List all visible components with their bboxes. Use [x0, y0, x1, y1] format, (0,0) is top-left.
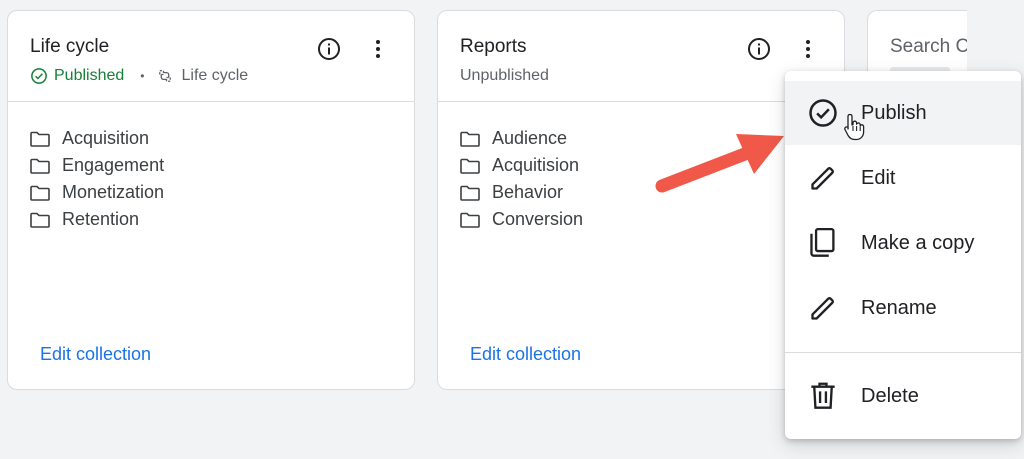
- card-subline: Published • Life cycle: [30, 67, 248, 85]
- folder-icon: [460, 158, 480, 174]
- annotation-arrow-icon: [655, 134, 784, 193]
- card-subline: Unpublished: [460, 67, 549, 85]
- folder-icon: [30, 185, 50, 201]
- status-text: Unpublished: [460, 67, 549, 84]
- menu-item-publish[interactable]: Publish: [785, 81, 1021, 145]
- folder-icon: [30, 131, 50, 147]
- context-menu: Publish Edit Make a copy Rename Delete: [785, 71, 1021, 439]
- folder-item: Monetization: [30, 179, 164, 206]
- more-options-button[interactable]: [794, 35, 822, 63]
- folder-label: Audience: [492, 128, 568, 148]
- folder-label: Acquisition: [62, 128, 150, 148]
- menu-divider: [785, 352, 1021, 353]
- menu-item-label: Edit: [861, 166, 896, 189]
- menu-item-edit[interactable]: Edit: [785, 146, 1021, 210]
- info-button[interactable]: [315, 35, 343, 63]
- card-title: Search C: [890, 36, 967, 57]
- check-circle-icon: [807, 97, 839, 129]
- collection-tag: Life cycle: [181, 67, 249, 84]
- pencil-icon: [807, 292, 839, 324]
- folder-icon: [30, 158, 50, 174]
- folder-item: Retention: [30, 206, 164, 233]
- folder-list: Acquisition Engagement Monetization Rete…: [30, 125, 164, 233]
- folder-label: Retention: [62, 209, 140, 229]
- hand-cursor-icon: [844, 113, 865, 141]
- card-title: Life cycle: [30, 36, 110, 57]
- copy-icon: [807, 227, 839, 259]
- menu-item-delete[interactable]: Delete: [785, 364, 1021, 428]
- folder-label: Behavior: [492, 182, 564, 202]
- folder-item: Audience: [460, 125, 583, 152]
- info-button[interactable]: [745, 35, 773, 63]
- folder-list: Audience Acquitision Behavior Conversion: [460, 125, 583, 233]
- menu-item-label: Make a copy: [861, 231, 975, 254]
- trash-icon: [807, 380, 839, 412]
- folder-icon: [460, 212, 480, 228]
- folder-label: Conversion: [492, 209, 584, 229]
- collection-card-reports: Reports Unpublished Audience Acquitision…: [437, 10, 845, 390]
- folder-label: Monetization: [62, 182, 165, 202]
- menu-item-label: Publish: [861, 101, 927, 124]
- separator-dot: •: [140, 69, 145, 83]
- more-vert-icon: [376, 40, 380, 58]
- folder-icon: [460, 185, 480, 201]
- folder-item: Acquitision: [460, 152, 583, 179]
- folder-icon: [30, 212, 50, 228]
- info-icon: [748, 38, 770, 60]
- collection-card-life-cycle: Life cycle Published • Life cycle Acquis…: [7, 10, 415, 390]
- folder-item: Engagement: [30, 152, 164, 179]
- folder-item: Acquisition: [30, 125, 164, 152]
- more-vert-icon: [806, 40, 810, 58]
- status-published: Published: [30, 67, 124, 85]
- folder-label: Acquitision: [492, 155, 580, 175]
- folder-label: Engagement: [62, 155, 165, 175]
- lifecycle-icon: [159, 70, 172, 82]
- folder-item: Conversion: [460, 206, 583, 233]
- menu-item-rename[interactable]: Rename: [785, 276, 1021, 340]
- card-title: Reports: [460, 36, 527, 57]
- edit-collection-link[interactable]: Edit collection: [470, 344, 581, 365]
- card-header: Reports Unpublished: [438, 11, 844, 102]
- folder-icon: [460, 131, 480, 147]
- pencil-icon: [807, 162, 839, 194]
- edit-collection-link[interactable]: Edit collection: [40, 344, 151, 365]
- info-icon: [318, 38, 340, 60]
- more-options-button[interactable]: [364, 35, 392, 63]
- menu-item-make-copy[interactable]: Make a copy: [785, 211, 1021, 275]
- menu-item-label: Rename: [861, 296, 937, 319]
- check-circle-icon: [31, 68, 47, 84]
- folder-item: Behavior: [460, 179, 583, 206]
- menu-item-label: Delete: [861, 384, 919, 407]
- card-header: Life cycle Published • Life cycle: [8, 11, 414, 102]
- status-text: Published: [54, 67, 125, 84]
